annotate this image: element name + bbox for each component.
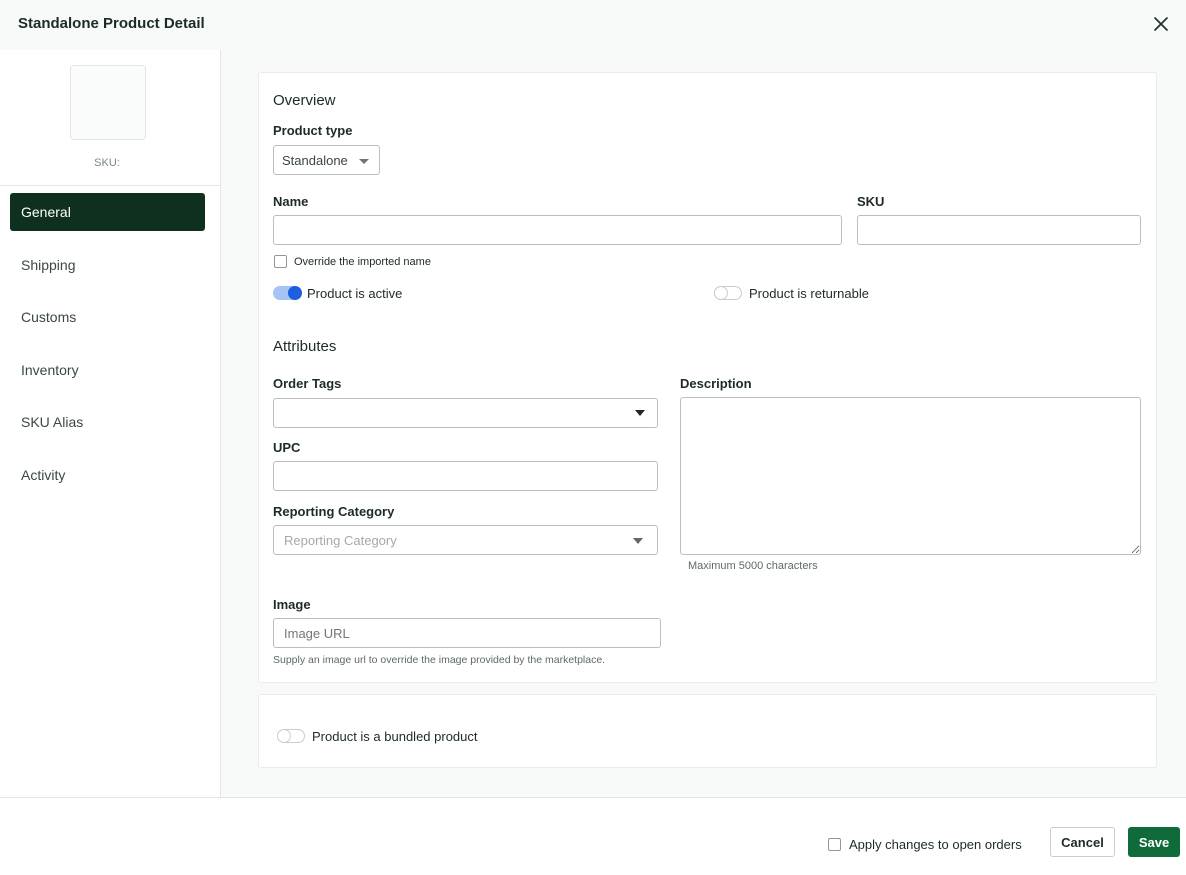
chevron-down-icon [633, 538, 643, 544]
name-label: Name [273, 194, 309, 209]
apply-open-orders-checkbox[interactable] [828, 838, 841, 851]
attributes-title: Attributes [273, 338, 337, 355]
product-type-select[interactable]: Standalone [273, 145, 380, 175]
sidebar-item-general[interactable]: General [10, 193, 205, 231]
chevron-down-icon [359, 159, 369, 164]
toggle-knob [714, 286, 728, 300]
sidebar-item-label: General [21, 204, 71, 220]
sidebar-sku-label: SKU: [94, 157, 120, 169]
product-returnable-label: Product is returnable [749, 286, 869, 301]
modal-header: Standalone Product Detail [0, 0, 1186, 50]
order-tags-select[interactable] [273, 398, 658, 428]
close-button[interactable] [1149, 12, 1173, 36]
close-icon [1154, 17, 1168, 31]
toggle-knob [277, 729, 291, 743]
image-label: Image [273, 597, 311, 612]
product-thumbnail [70, 65, 146, 140]
override-name-checkbox[interactable] [274, 255, 287, 268]
sidebar-item-customs[interactable]: Customs [10, 298, 205, 336]
image-url-input[interactable] [273, 618, 661, 648]
bundled-product-toggle[interactable] [277, 729, 305, 743]
product-active-label: Product is active [307, 286, 403, 301]
sidebar-divider [0, 185, 220, 186]
overview-title: Overview [273, 92, 336, 109]
sidebar-item-shipping[interactable]: Shipping [10, 246, 205, 284]
description-textarea[interactable] [680, 397, 1141, 555]
modal-footer: Apply changes to open orders Cancel Save [0, 797, 1186, 875]
bundled-product-label: Product is a bundled product [312, 729, 478, 744]
sidebar-item-label: Customs [21, 309, 77, 325]
sidebar-item-label: Inventory [21, 362, 79, 378]
product-active-toggle[interactable] [273, 286, 302, 300]
sidebar-item-inventory[interactable]: Inventory [10, 351, 205, 389]
product-type-label: Product type [273, 123, 353, 138]
reporting-category-label: Reporting Category [273, 504, 395, 519]
description-label: Description [680, 376, 752, 391]
sidebar-item-activity[interactable]: Activity [10, 456, 205, 494]
sidebar-item-sku-alias[interactable]: SKU Alias [10, 403, 205, 441]
upc-input[interactable] [273, 461, 658, 491]
product-returnable-toggle[interactable] [714, 286, 742, 300]
sidebar: SKU: General Shipping Customs Inventory … [0, 50, 221, 797]
sidebar-item-label: Shipping [21, 257, 76, 273]
toggle-knob [288, 286, 302, 300]
sku-label: SKU [857, 194, 885, 209]
reporting-category-select[interactable]: Reporting Category [273, 525, 658, 555]
apply-open-orders-label: Apply changes to open orders [849, 837, 1022, 852]
name-input[interactable] [273, 215, 842, 245]
order-tags-label: Order Tags [273, 376, 342, 391]
chevron-down-icon [635, 410, 645, 416]
sidebar-item-label: SKU Alias [21, 414, 84, 430]
product-type-value: Standalone [282, 152, 348, 168]
description-help: Maximum 5000 characters [688, 560, 818, 572]
sidebar-item-label: Activity [21, 467, 66, 483]
save-button[interactable]: Save [1128, 827, 1180, 857]
reporting-category-placeholder: Reporting Category [284, 533, 397, 548]
override-name-label: Override the imported name [294, 256, 431, 268]
sku-input[interactable] [857, 215, 1141, 245]
modal-title: Standalone Product Detail [18, 15, 205, 32]
upc-label: UPC [273, 440, 301, 455]
image-help: Supply an image url to override the imag… [273, 654, 606, 666]
cancel-button[interactable]: Cancel [1050, 827, 1115, 857]
